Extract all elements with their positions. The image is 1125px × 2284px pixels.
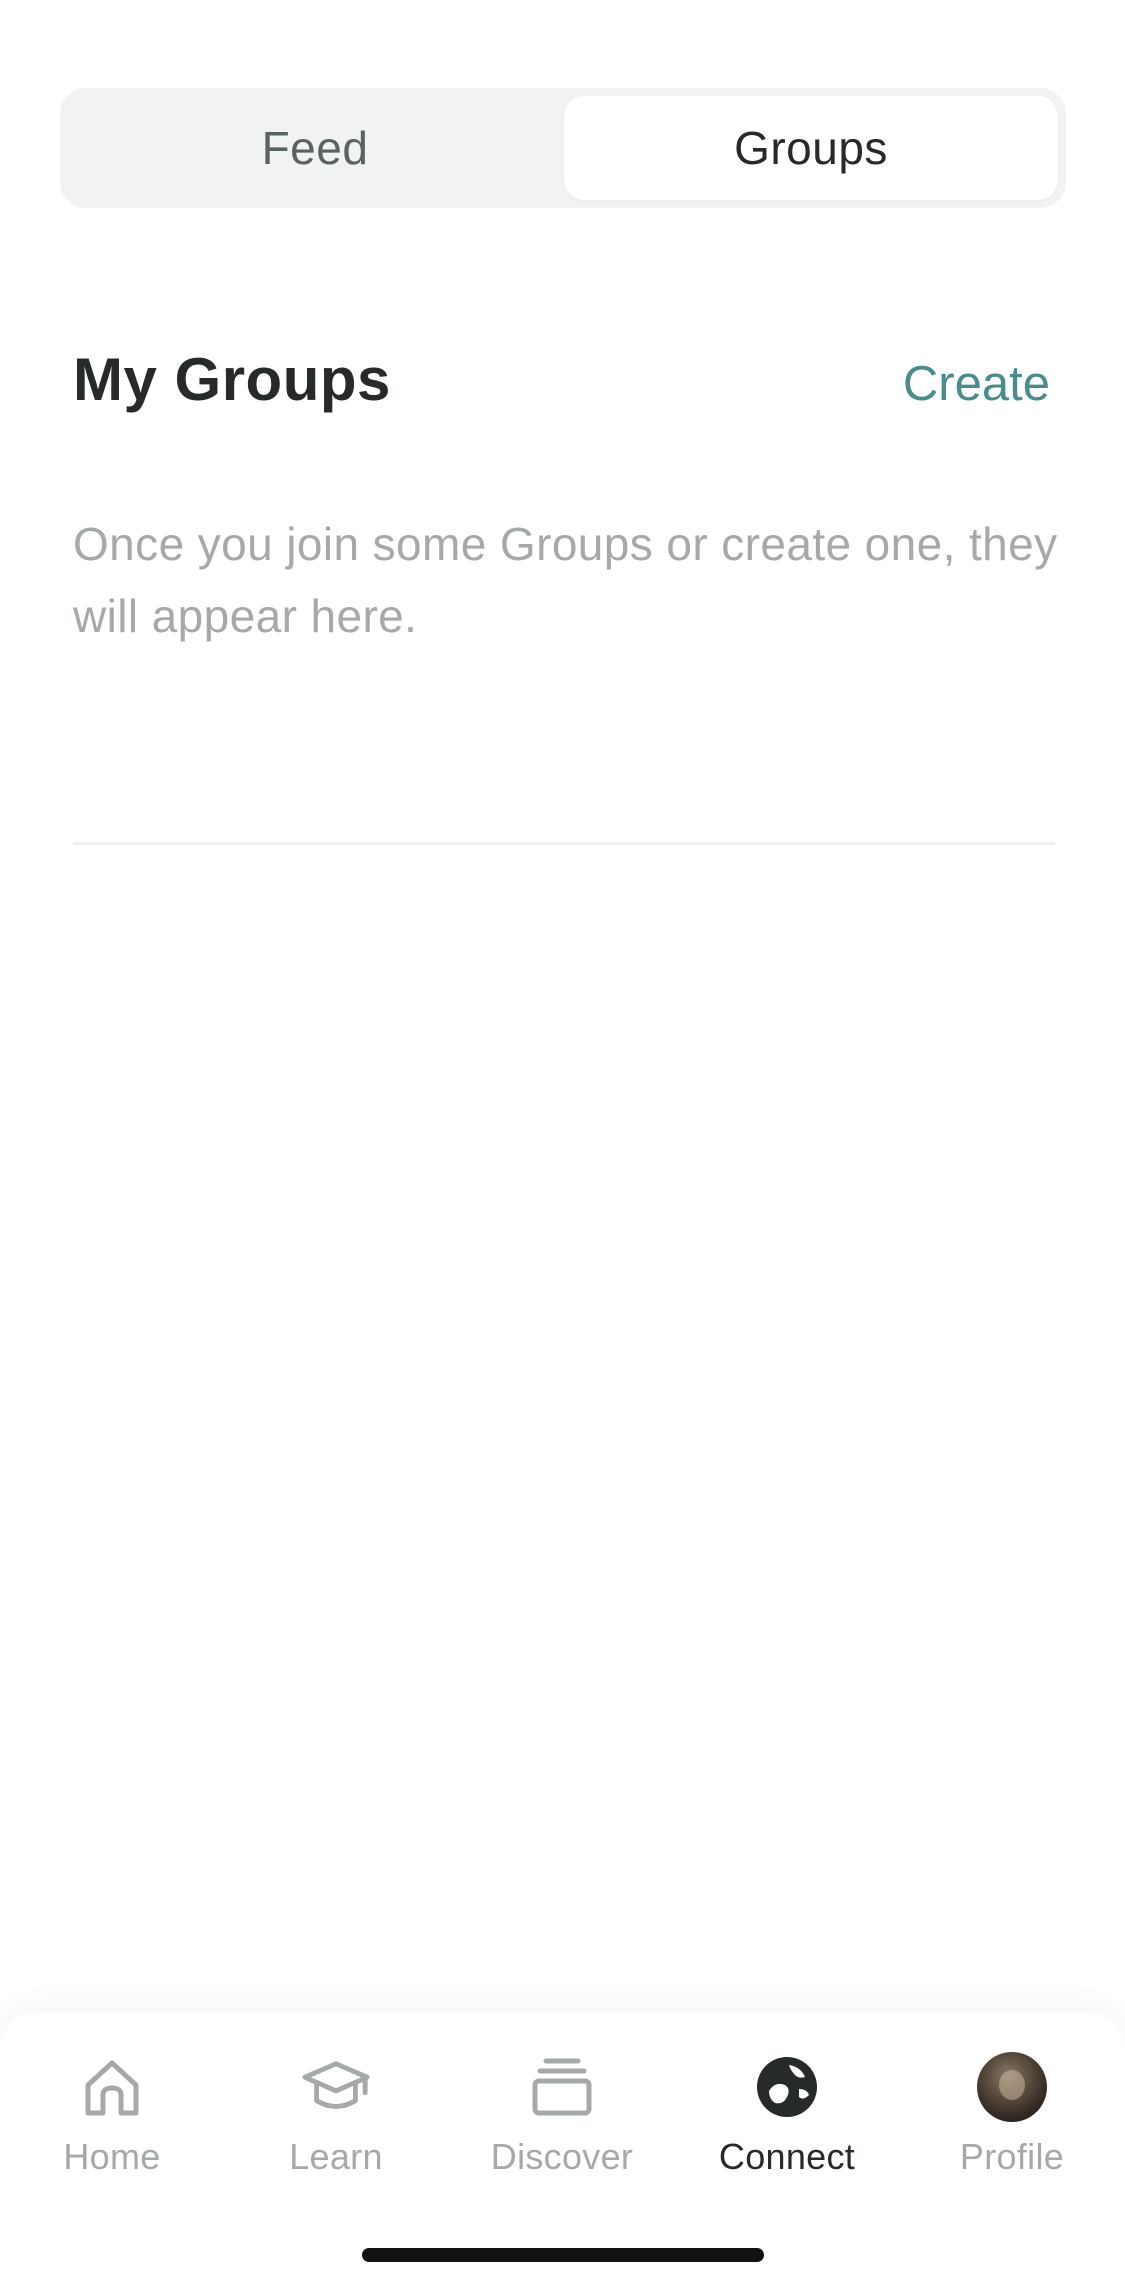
empty-groups-message: Once you join some Groups or create one,…	[73, 518, 1058, 642]
graduation-cap-icon	[301, 2052, 371, 2122]
tab-feed[interactable]: Feed	[68, 96, 562, 200]
nav-item-home[interactable]: Home	[22, 2052, 202, 2202]
create-group-button[interactable]: Create	[903, 356, 1050, 412]
nav-label-connect: Connect	[718, 2136, 856, 2177]
home-icon	[77, 2052, 147, 2122]
nav-label-discover: Discover	[490, 2136, 634, 2177]
page-title: My Groups	[73, 346, 391, 413]
nav-label-profile: Profile	[959, 2136, 1065, 2177]
divider	[73, 842, 1055, 845]
nav-item-discover[interactable]: Discover	[472, 2052, 652, 2202]
avatar	[977, 2052, 1047, 2122]
bottom-tab-bar: Home Learn Discover Connect Profile	[0, 2012, 1125, 2284]
globe-icon	[752, 2052, 822, 2122]
nav-label-learn: Learn	[289, 2136, 383, 2177]
nav-label-home: Home	[63, 2136, 161, 2177]
home-indicator	[362, 2248, 764, 2262]
tab-groups[interactable]: Groups	[564, 96, 1058, 200]
nav-item-profile[interactable]: Profile	[922, 2052, 1102, 2202]
feed-groups-segmented-control: Feed Groups	[60, 88, 1066, 208]
nav-item-learn[interactable]: Learn	[246, 2052, 426, 2202]
stack-icon	[527, 2052, 597, 2122]
nav-item-connect[interactable]: Connect	[697, 2052, 877, 2202]
